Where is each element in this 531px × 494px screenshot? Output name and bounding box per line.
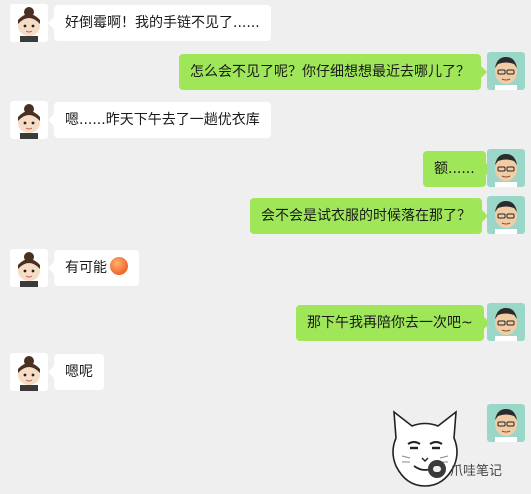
girl-avatar-icon [10,353,48,391]
avatar-girl[interactable] [10,353,48,391]
message-bubble[interactable]: 嗯呢 [48,354,104,390]
message-bubble[interactable]: 那下午我再陪你去一次吧~ [296,305,490,341]
watermark: 爪哇笔记 [428,458,502,480]
wechat-account-icon [428,460,446,478]
message-text: 有可能 [65,260,107,276]
girl-avatar-icon [10,101,48,139]
avatar-boy[interactable] [487,404,525,442]
avatar-boy[interactable] [487,196,525,234]
girl-avatar-icon [10,4,48,42]
avatar-boy[interactable] [487,149,525,187]
boy-avatar-icon [487,404,525,442]
message-bubble[interactable]: 嗯......昨天下午去了一趟优衣库 [48,102,271,138]
boy-avatar-icon [487,52,525,90]
avatar-girl[interactable] [10,249,48,287]
angry-face-emoji-icon [110,257,128,275]
boy-avatar-icon [487,303,525,341]
avatar-girl[interactable] [10,101,48,139]
avatar-boy[interactable] [487,303,525,341]
girl-avatar-icon [10,249,48,287]
message-bubble[interactable]: 会不会是试衣服的时候落在那了？ [250,198,488,234]
watermark-text: 爪哇笔记 [450,463,503,479]
boy-avatar-icon [487,196,525,234]
boy-avatar-icon [487,149,525,187]
message-bubble[interactable]: 额...... [423,151,492,187]
message-bubble[interactable]: 怎么会不见了呢？你仔细想想最近去哪儿了？ [179,54,487,90]
avatar-girl[interactable] [10,4,48,42]
avatar-boy[interactable] [487,52,525,90]
message-bubble[interactable]: 好倒霉啊！我的手链不见了...... [48,5,271,41]
message-bubble[interactable]: 有可能 [48,250,139,286]
